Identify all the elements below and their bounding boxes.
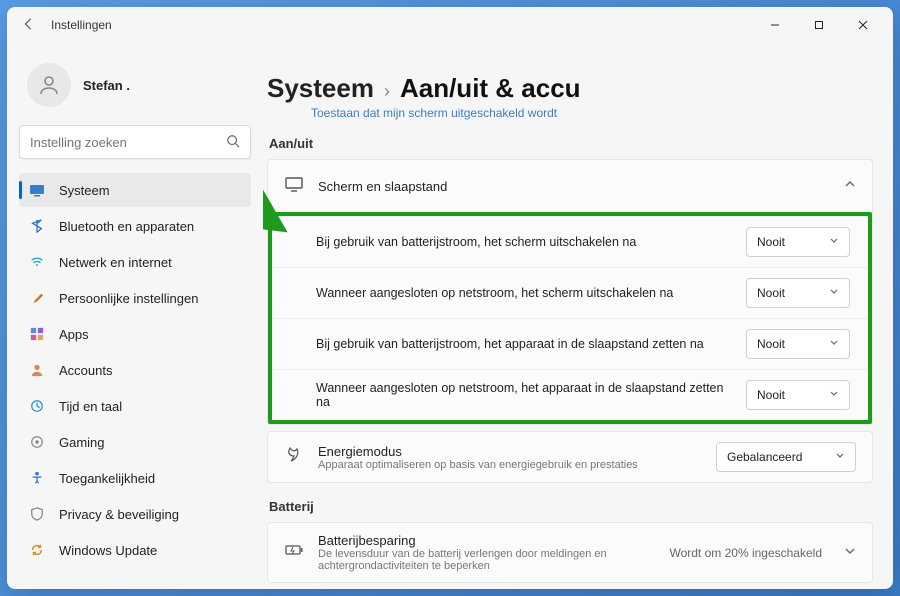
gaming-icon xyxy=(29,434,45,450)
content-area: Stefan . Systeem Bluetooth en apparaten xyxy=(7,43,893,589)
minimize-button[interactable] xyxy=(753,9,797,41)
sidebar-item-bluetooth[interactable]: Bluetooth en apparaten xyxy=(19,209,251,243)
chevron-down-icon xyxy=(829,337,839,351)
sidebar-item-label: Windows Update xyxy=(59,543,157,558)
chevron-down-icon xyxy=(829,286,839,300)
setting-label: Wanneer aangesloten op netstroom, het ap… xyxy=(316,381,734,409)
sidebar-item-label: Bluetooth en apparaten xyxy=(59,219,194,234)
dropdown-value: Nooit xyxy=(757,235,785,249)
sidebar-item-network[interactable]: Netwerk en internet xyxy=(19,245,251,279)
battery-saver-status: Wordt om 20% ingeschakeld xyxy=(669,546,822,560)
dropdown-value: Nooit xyxy=(757,388,785,402)
dropdown-value: Nooit xyxy=(757,337,785,351)
chevron-down-icon xyxy=(844,544,856,562)
maximize-button[interactable] xyxy=(797,9,841,41)
window-controls xyxy=(753,9,885,41)
close-button[interactable] xyxy=(841,9,885,41)
chevron-up-icon xyxy=(844,177,856,195)
dropdown-value: Gebalanceerd xyxy=(727,450,802,464)
search-box[interactable] xyxy=(19,125,251,159)
battery-saver-subtitle: De levensduur van de batterij verlengen … xyxy=(318,548,655,572)
bluetooth-icon xyxy=(29,218,45,234)
setting-label: Wanneer aangesloten op netstroom, het sc… xyxy=(316,286,734,300)
setting-row: Wanneer aangesloten op netstroom, het sc… xyxy=(272,267,868,318)
sidebar-item-accessibility[interactable]: Toegankelijkheid xyxy=(19,461,251,495)
accessibility-icon xyxy=(29,470,45,486)
screen-sleep-title: Scherm en slaapstand xyxy=(318,179,830,194)
sidebar-item-system[interactable]: Systeem xyxy=(19,173,251,207)
shield-icon xyxy=(29,506,45,522)
battery-icon xyxy=(284,540,304,565)
energy-icon xyxy=(284,445,304,470)
sleep-plugged-dropdown[interactable]: Nooit xyxy=(746,380,850,410)
time-icon xyxy=(29,398,45,414)
setting-row: Bij gebruik van batterijstroom, het sche… xyxy=(272,216,868,267)
system-icon xyxy=(29,182,45,198)
sidebar-item-label: Tijd en taal xyxy=(59,399,122,414)
search-icon xyxy=(226,134,240,151)
chevron-down-icon xyxy=(835,450,845,464)
setting-label: Bij gebruik van batterijstroom, het sche… xyxy=(316,235,734,249)
sidebar-item-label: Systeem xyxy=(59,183,110,198)
sidebar-item-label: Accounts xyxy=(59,363,112,378)
sleep-battery-dropdown[interactable]: Nooit xyxy=(746,329,850,359)
profile[interactable]: Stefan . xyxy=(19,51,251,125)
main-panel: Systeem › Aan/uit & accu Toestaan dat mi… xyxy=(263,43,893,589)
dropdown-value: Nooit xyxy=(757,286,785,300)
sidebar-item-apps[interactable]: Apps xyxy=(19,317,251,351)
sidebar-item-privacy[interactable]: Privacy & beveiliging xyxy=(19,497,251,531)
sidebar-item-label: Gaming xyxy=(59,435,105,450)
energy-subtitle: Apparaat optimaliseren op basis van ener… xyxy=(318,459,702,471)
sidebar-item-label: Netwerk en internet xyxy=(59,255,172,270)
screen-sleep-card: Scherm en slaapstand Bij gebruik van bat… xyxy=(267,159,873,425)
section-power-label: Aan/uit xyxy=(269,136,873,151)
sidebar-item-time[interactable]: Tijd en taal xyxy=(19,389,251,423)
setting-row: Bij gebruik van batterijstroom, het appa… xyxy=(272,318,868,369)
energy-mode-card[interactable]: Energiemodus Apparaat optimaliseren op b… xyxy=(267,431,873,483)
section-battery-label: Batterij xyxy=(269,499,873,514)
accounts-icon xyxy=(29,362,45,378)
breadcrumb-separator: › xyxy=(384,81,390,102)
search-input[interactable] xyxy=(30,135,226,150)
truncated-link[interactable]: Toestaan dat mijn scherm uitgeschakeld w… xyxy=(311,106,873,120)
sidebar-item-gaming[interactable]: Gaming xyxy=(19,425,251,459)
chevron-down-icon xyxy=(829,235,839,249)
back-button[interactable] xyxy=(15,17,43,34)
breadcrumb-parent[interactable]: Systeem xyxy=(267,73,374,104)
username: Stefan . xyxy=(83,78,130,93)
breadcrumb: Systeem › Aan/uit & accu xyxy=(267,73,873,104)
avatar xyxy=(27,63,71,107)
screen-sleep-header[interactable]: Scherm en slaapstand xyxy=(268,160,872,212)
sidebar-item-label: Apps xyxy=(59,327,89,342)
brush-icon xyxy=(29,290,45,306)
energy-mode-dropdown[interactable]: Gebalanceerd xyxy=(716,442,856,472)
sidebar-item-update[interactable]: Windows Update xyxy=(19,533,251,567)
highlight-annotation: Bij gebruik van batterijstroom, het sche… xyxy=(268,212,872,424)
screen-plugged-dropdown[interactable]: Nooit xyxy=(746,278,850,308)
setting-label: Bij gebruik van batterijstroom, het appa… xyxy=(316,337,734,351)
sidebar-item-label: Persoonlijke instellingen xyxy=(59,291,198,306)
network-icon xyxy=(29,254,45,270)
nav-list: Systeem Bluetooth en apparaten Netwerk e… xyxy=(19,173,251,567)
window-title: Instellingen xyxy=(51,18,112,32)
sidebar-item-accounts[interactable]: Accounts xyxy=(19,353,251,387)
apps-icon xyxy=(29,326,45,342)
energy-title: Energiemodus xyxy=(318,444,702,459)
breadcrumb-current: Aan/uit & accu xyxy=(400,73,581,104)
sidebar-item-label: Toegankelijkheid xyxy=(59,471,155,486)
setting-row: Wanneer aangesloten op netstroom, het ap… xyxy=(272,369,868,420)
screen-battery-dropdown[interactable]: Nooit xyxy=(746,227,850,257)
sidebar-item-personalization[interactable]: Persoonlijke instellingen xyxy=(19,281,251,315)
settings-window: Instellingen Stefan . xyxy=(7,7,893,589)
update-icon xyxy=(29,542,45,558)
battery-saver-card[interactable]: Batterijbesparing De levensduur van de b… xyxy=(267,522,873,583)
battery-saver-title: Batterijbesparing xyxy=(318,533,655,548)
sidebar-item-label: Privacy & beveiliging xyxy=(59,507,179,522)
chevron-down-icon xyxy=(829,388,839,402)
sidebar: Stefan . Systeem Bluetooth en apparaten xyxy=(7,43,263,589)
titlebar: Instellingen xyxy=(7,7,893,43)
monitor-icon xyxy=(284,174,304,199)
